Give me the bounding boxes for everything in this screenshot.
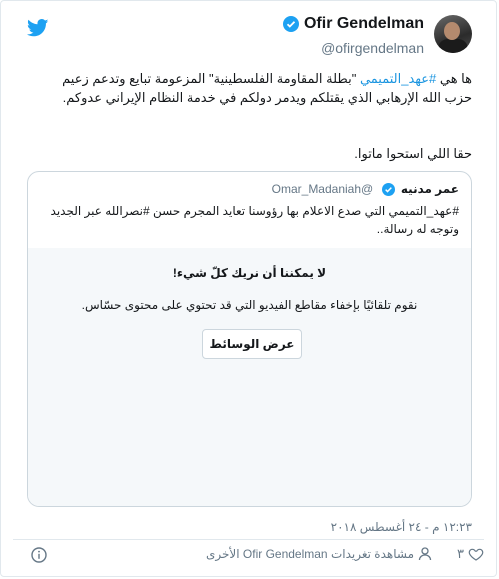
view-more-tweets-link[interactable]: مشاهدة تغريدات Ofir Gendelman الأخرى [206, 547, 432, 561]
sensitive-media-notice: لا يمكننا أن نريك كلّ شيء! نقوم تلقائيًا… [28, 248, 471, 506]
tweet-card: Ofir Gendelman @ofirgendelman ها هي #عهد… [0, 0, 497, 577]
view-media-button[interactable]: عرض الوسائط [202, 329, 302, 359]
author-display-name: Ofir Gendelman [303, 15, 424, 32]
sensitive-media-description: نقوم تلقائيًا بإخفاء مقاطع الفيديو التي … [81, 298, 418, 312]
avatar-suit [438, 39, 468, 53]
heart-icon [468, 548, 484, 561]
tweet-text-second-line: حقا اللي استحوا ماتوا. [354, 146, 472, 161]
info-icon[interactable] [31, 547, 47, 563]
sensitive-media-title: لا يمكننا أن نريك كلّ شيء! [172, 266, 327, 280]
author-avatar[interactable] [434, 15, 472, 53]
footer-divider [13, 539, 484, 540]
quoted-tweet[interactable]: عمر مدنيه @Omar_Madaniah #عهد_التميمي ال… [27, 171, 472, 507]
quoted-author-name: عمر مدنيه [400, 182, 459, 196]
author-names: Ofir Gendelman @ofirgendelman [282, 15, 424, 56]
author-display-name-row[interactable]: Ofir Gendelman [282, 15, 424, 33]
avatar-face [444, 22, 460, 40]
quoted-author-handle: @Omar_Madaniah [271, 182, 374, 196]
verified-badge-icon [381, 183, 395, 197]
tweet-hashtag-link[interactable]: #عهد_التميمي [360, 71, 436, 86]
author-handle[interactable]: @ofirgendelman [283, 40, 424, 56]
tweet-text-prefix: ها هي [436, 71, 472, 86]
tweet-footer: مشاهدة تغريدات Ofir Gendelman الأخرى ٣ [13, 544, 484, 568]
tweet-timestamp[interactable]: ١٢:٢٣ م - ٢٤ أغسطس ٢٠١٨ [331, 520, 472, 534]
tweet-text: ها هي #عهد_التميمي "بطلة المقاومة الفلسط… [33, 69, 472, 107]
verified-badge-icon [282, 16, 299, 32]
view-more-tweets-label: مشاهدة تغريدات Ofir Gendelman الأخرى [205, 547, 414, 561]
like-action[interactable]: ٣ [457, 546, 484, 562]
tweet-header: Ofir Gendelman @ofirgendelman [13, 15, 484, 57]
quoted-tweet-text: #عهد_التميمي التي صدع الاعلام بها رؤوسنا… [50, 204, 459, 236]
person-icon [418, 547, 432, 561]
twitter-bird-icon[interactable] [27, 19, 49, 37]
like-count: ٣ [457, 546, 464, 561]
quoted-tweet-header: عمر مدنيه @Omar_Madaniah [271, 182, 459, 197]
